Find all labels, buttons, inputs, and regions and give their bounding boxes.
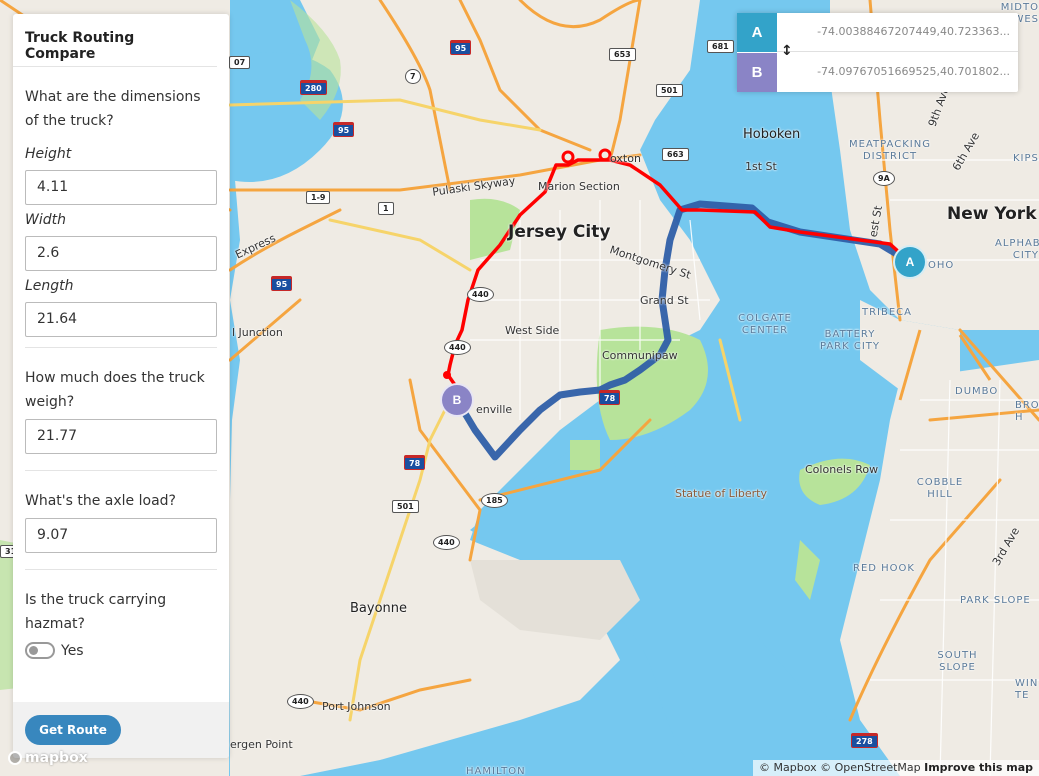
dimensions-question: What are the dimensions of the truck?	[25, 89, 201, 129]
weight-section: How much does the truck weigh? 21.77	[25, 348, 217, 471]
shield-i278: 278	[851, 733, 878, 748]
destination-badge: B	[737, 53, 777, 92]
shield-us1-9: 1-9	[306, 191, 331, 204]
shield-185: 185	[481, 493, 508, 508]
map-label-west-side: West Side	[505, 324, 560, 337]
map-label-bro: BRO H	[1015, 400, 1039, 423]
hazmat-question: Is the truck carrying hazmat?	[25, 592, 167, 632]
map-label-communipaw: Communipaw	[602, 349, 678, 362]
map-label-meatpacking: MEATPACKING DISTRICT	[849, 139, 931, 162]
shield-07: 07	[229, 56, 251, 69]
map-label-hoboken: Hoboken	[743, 127, 801, 142]
shield-i95-south: 95	[271, 276, 293, 291]
shield-i95-north: 95	[450, 40, 472, 55]
shield-i78: 78	[404, 455, 426, 470]
destination-row[interactable]: B -74.09767051669525,40.701802...	[737, 53, 1018, 92]
map-label-port-johnson: Port Johnson	[322, 700, 391, 713]
map-label-tribeca: TRIBECA	[862, 307, 913, 318]
directions-panel: A -74.00388467207449,40.723363... ↕ B -7…	[737, 13, 1018, 92]
map-label-greenville: enville	[476, 403, 513, 416]
shield-7: 7	[405, 69, 421, 84]
mapbox-logo-text: mapbox	[25, 750, 88, 766]
shield-i78-b: 78	[599, 390, 621, 405]
map-label-park-slope: PARK SLOPE	[960, 595, 1031, 606]
hazmat-section: Is the truck carrying hazmat? Yes	[25, 570, 217, 659]
sidebar-title: Truck Routing Compare	[13, 14, 217, 67]
map-label-hamilton: HAMILTON	[466, 766, 526, 776]
width-input[interactable]: 2.6	[25, 236, 217, 271]
shield-440-b: 440	[444, 340, 471, 355]
map-label-bergen-point: ergen Point	[230, 738, 293, 751]
dimensions-section: What are the dimensions of the truck? He…	[25, 67, 217, 348]
shield-440-c: 440	[433, 535, 460, 550]
length-input[interactable]: 21.64	[25, 302, 217, 337]
map-label-statue-of-liberty: Statue of Liberty	[675, 487, 767, 500]
origin-input[interactable]: -74.00388467207449,40.723363...	[815, 25, 1010, 38]
shield-440-d: 440	[287, 694, 314, 709]
mapbox-logo[interactable]: mapbox	[8, 750, 88, 766]
weight-question: How much does the truck weigh?	[25, 370, 205, 410]
shield-663: 663	[662, 148, 689, 161]
width-label: Width	[25, 212, 66, 228]
map-label-win: WIN TE	[1015, 678, 1039, 701]
shield-i95-mid: 95	[333, 122, 355, 137]
map-label-junction: l Junction	[232, 326, 283, 339]
shield-9a: 9A	[873, 171, 895, 186]
map-label-colonels-row: Colonels Row	[805, 463, 879, 476]
shield-440-a: 440	[467, 287, 494, 302]
destination-input[interactable]: -74.09767051669525,40.701802...	[815, 65, 1010, 78]
map-label-1st-st: 1st St	[745, 160, 777, 173]
map-label-grand-st: Grand St	[640, 294, 689, 307]
map-label-jersey-city: Jersey City	[508, 222, 611, 242]
map-label-battery-park-city: BATTERY PARK CITY	[819, 329, 881, 352]
map-label-colgate-center: COLGATE CENTER	[738, 313, 792, 336]
height-input[interactable]: 4.11	[25, 170, 217, 205]
map-label-kips: KIPS	[1013, 153, 1039, 164]
axle-section: What's the axle load? 9.07	[25, 471, 217, 570]
map-label-oxton: oxton	[610, 152, 641, 165]
map-label-bayonne: Bayonne	[350, 601, 408, 616]
axle-question: What's the axle load?	[25, 493, 176, 509]
attribution-text[interactable]: © Mapbox © OpenStreetMap	[759, 761, 921, 774]
shield-i280: 280	[300, 80, 327, 95]
shield-681: 681	[707, 40, 734, 53]
origin-badge: A	[737, 13, 777, 52]
height-label: Height	[25, 146, 72, 162]
get-route-button[interactable]: Get Route	[25, 715, 121, 745]
axle-load-input[interactable]: 9.07	[25, 518, 217, 553]
map-label-alphabet-city: ALPHAB CITY	[995, 238, 1039, 261]
hazmat-toggle[interactable]	[25, 642, 55, 659]
length-label: Length	[25, 278, 74, 294]
destination-marker[interactable]: B	[440, 383, 474, 417]
routing-sidebar: Truck Routing Compare What are the dimen…	[13, 14, 229, 758]
map-label-red-hook: RED HOOK	[853, 563, 915, 574]
origin-marker[interactable]: A	[893, 245, 927, 279]
map-attribution: © Mapbox © OpenStreetMap Improve this ma…	[753, 760, 1039, 776]
map-label-soho: OHO	[928, 260, 955, 271]
weight-input[interactable]: 21.77	[25, 419, 217, 454]
shield-653: 653	[609, 48, 636, 61]
improve-map-link[interactable]: Improve this map	[924, 761, 1033, 774]
mapbox-logo-icon	[8, 751, 22, 765]
shield-501-south: 501	[392, 500, 419, 513]
origin-row[interactable]: A -74.00388467207449,40.723363...	[737, 13, 1018, 52]
map-label-marion-section: Marion Section	[538, 180, 620, 193]
map-label-cobble-hill: COBBLE HILL	[916, 477, 964, 500]
shield-501-north: 501	[656, 84, 683, 97]
hazmat-toggle-row: Yes	[25, 642, 217, 659]
hazmat-toggle-label: Yes	[61, 642, 84, 659]
map-label-south-slope: SOUTH SLOPE	[937, 650, 978, 673]
map-label-dumbo: DUMBO	[955, 386, 999, 397]
map-label-new-york: New York	[947, 204, 1037, 224]
shield-truck-1: 1	[378, 202, 394, 215]
